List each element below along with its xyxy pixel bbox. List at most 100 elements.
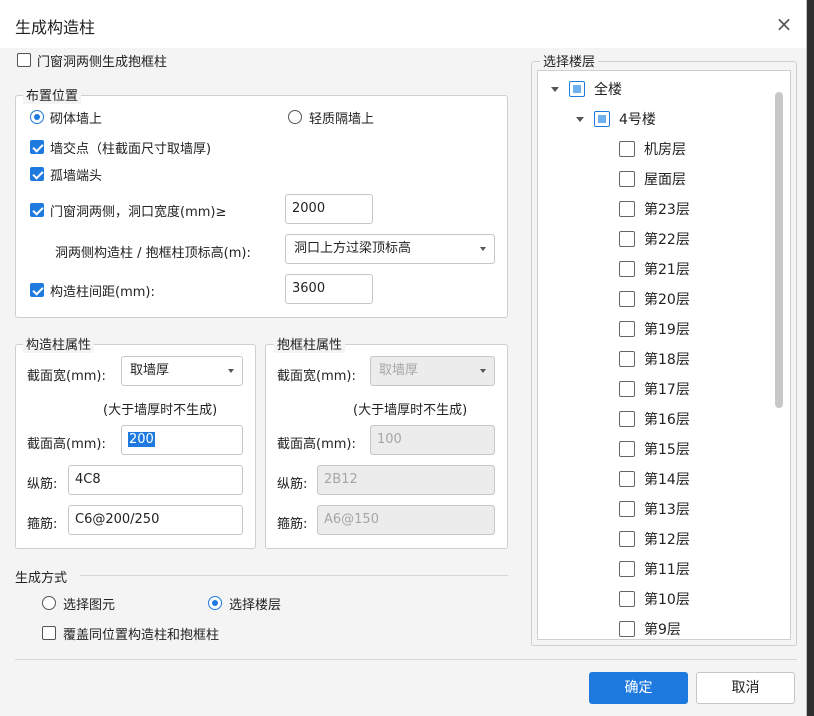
frame-props-legend: 抱框柱属性 xyxy=(274,334,346,353)
column-stirrup-input[interactable]: C6@200/250 xyxy=(68,505,243,535)
floor-checkbox[interactable] xyxy=(619,501,635,517)
floor-label: 第14层 xyxy=(644,472,690,488)
floor-label: 机房层 xyxy=(644,142,686,158)
spacing-label: 构造柱间距(mm): xyxy=(50,285,155,300)
frame-stirrup-label: 箍筋: xyxy=(277,517,308,532)
floor-checkbox[interactable] xyxy=(619,561,635,577)
floor-checkbox[interactable] xyxy=(619,351,635,367)
spacing-checkbox[interactable] xyxy=(30,283,44,297)
floor-label: 屋面层 xyxy=(644,172,686,188)
radio-light-partition[interactable] xyxy=(288,110,302,124)
opening-sides-checkbox[interactable] xyxy=(30,203,44,217)
floor-label: 第19层 xyxy=(644,322,690,338)
column-width-label: 截面宽(mm): xyxy=(27,369,106,384)
floor-label: 第22层 xyxy=(644,232,690,248)
floor-label: 第10层 xyxy=(644,592,690,608)
floor-checkbox[interactable] xyxy=(619,471,635,487)
generate-mode-divider xyxy=(80,575,508,576)
column-width-note: (大于墙厚时不生成) xyxy=(103,403,218,418)
opening-frame-checkbox[interactable] xyxy=(17,53,31,67)
floor-label: 第18层 xyxy=(644,352,690,368)
chevron-down-icon xyxy=(228,369,234,373)
radio-masonry[interactable] xyxy=(30,110,44,124)
floor-checkbox[interactable] xyxy=(619,441,635,457)
opening-sides-label: 门窗洞两侧，洞口宽度(mm)≥ xyxy=(50,205,227,220)
floor-checkbox[interactable] xyxy=(619,621,635,637)
floor-checkbox[interactable] xyxy=(619,201,635,217)
scrollbar-thumb[interactable] xyxy=(775,92,783,408)
floor-label: 第15层 xyxy=(644,442,690,458)
floor-label: 第16层 xyxy=(644,412,690,428)
floor-label: 第17层 xyxy=(644,382,690,398)
column-width-value: 取墙厚 xyxy=(130,363,170,378)
column-height-value: 200 xyxy=(128,432,155,447)
dialog-title: 生成构造柱 xyxy=(15,18,96,37)
chevron-down-icon xyxy=(480,247,486,251)
chevron-down-icon xyxy=(480,369,486,373)
generate-mode-legend: 生成方式 xyxy=(15,571,68,586)
frame-stirrup-input: A6@150 xyxy=(317,505,495,535)
tree-checkbox-building[interactable] xyxy=(594,111,610,127)
frame-width-select: 取墙厚 xyxy=(370,356,495,386)
tree-label-all: 全楼 xyxy=(594,82,622,98)
floor-label: 第12层 xyxy=(644,532,690,548)
overwrite-checkbox[interactable] xyxy=(42,626,56,640)
floor-label: 第23层 xyxy=(644,202,690,218)
ok-button[interactable]: 确定 xyxy=(589,672,688,704)
chevron-down-icon[interactable] xyxy=(576,117,584,122)
tree-checkbox-all[interactable] xyxy=(569,81,585,97)
cancel-button[interactable]: 取消 xyxy=(696,672,795,704)
radio-select-element[interactable] xyxy=(42,596,56,610)
column-long-rebar-input[interactable]: 4C8 xyxy=(68,465,243,495)
spacing-input[interactable]: 3600 xyxy=(285,274,373,304)
radio-select-element-label: 选择图元 xyxy=(63,598,116,613)
frame-width-note: (大于墙厚时不生成) xyxy=(353,403,468,418)
column-long-rebar-label: 纵筋: xyxy=(27,477,58,492)
frame-long-rebar-input: 2B12 xyxy=(317,465,495,495)
top-elevation-select[interactable]: 洞口上方过梁顶标高 xyxy=(285,234,495,264)
title-bar: 生成构造柱 × xyxy=(0,0,806,48)
frame-width-label: 截面宽(mm): xyxy=(277,369,356,384)
radio-select-floor-label: 选择楼层 xyxy=(229,598,282,613)
wall-junction-label: 墙交点（柱截面尺寸取墙厚) xyxy=(50,142,212,157)
column-height-label: 截面高(mm): xyxy=(27,437,106,452)
isolated-end-checkbox[interactable] xyxy=(30,167,44,181)
floors-legend: 选择楼层 xyxy=(540,51,599,70)
chevron-down-icon[interactable] xyxy=(551,87,559,92)
floor-checkbox[interactable] xyxy=(619,261,635,277)
top-elevation-label: 洞两侧构造柱 / 抱框柱顶标高(m): xyxy=(55,246,251,261)
floor-checkbox[interactable] xyxy=(619,291,635,307)
opening-width-input[interactable]: 2000 xyxy=(285,194,373,224)
radio-select-floor[interactable] xyxy=(208,596,222,610)
floor-checkbox[interactable] xyxy=(619,231,635,247)
radio-masonry-label: 砌体墙上 xyxy=(50,112,103,127)
floor-checkbox[interactable] xyxy=(619,321,635,337)
frame-height-input: 100 xyxy=(370,425,495,455)
frame-long-rebar-label: 纵筋: xyxy=(277,477,308,492)
isolated-end-label: 孤墙端头 xyxy=(50,169,103,184)
overwrite-label: 覆盖同位置构造柱和抱框柱 xyxy=(63,628,220,643)
floor-checkbox[interactable] xyxy=(619,411,635,427)
column-stirrup-label: 箍筋: xyxy=(27,517,58,532)
floor-label: 第11层 xyxy=(644,562,690,578)
dialog: 生成构造柱 × 门窗洞两侧生成抱框柱 布置位置 砌体墙上 轻质隔墙上 墙交点（柱… xyxy=(0,0,807,716)
radio-light-partition-label: 轻质隔墙上 xyxy=(309,112,375,127)
floor-checkbox[interactable] xyxy=(619,141,635,157)
floor-label: 第13层 xyxy=(644,502,690,518)
column-width-select[interactable]: 取墙厚 xyxy=(121,356,243,386)
floor-checkbox[interactable] xyxy=(619,381,635,397)
column-height-input[interactable]: 200 xyxy=(121,425,243,455)
floor-label: 第9层 xyxy=(644,622,681,638)
wall-junction-checkbox[interactable] xyxy=(30,140,44,154)
close-icon[interactable]: × xyxy=(772,12,796,36)
footer-divider xyxy=(15,659,797,660)
opening-frame-label: 门窗洞两侧生成抱框柱 xyxy=(37,55,168,70)
floor-label: 第20层 xyxy=(644,292,690,308)
floor-checkbox[interactable] xyxy=(619,531,635,547)
frame-height-label: 截面高(mm): xyxy=(277,437,356,452)
top-elevation-value: 洞口上方过梁顶标高 xyxy=(294,241,412,256)
frame-width-value: 取墙厚 xyxy=(379,363,419,378)
floor-checkbox[interactable] xyxy=(619,171,635,187)
floor-label: 第21层 xyxy=(644,262,690,278)
floor-checkbox[interactable] xyxy=(619,591,635,607)
